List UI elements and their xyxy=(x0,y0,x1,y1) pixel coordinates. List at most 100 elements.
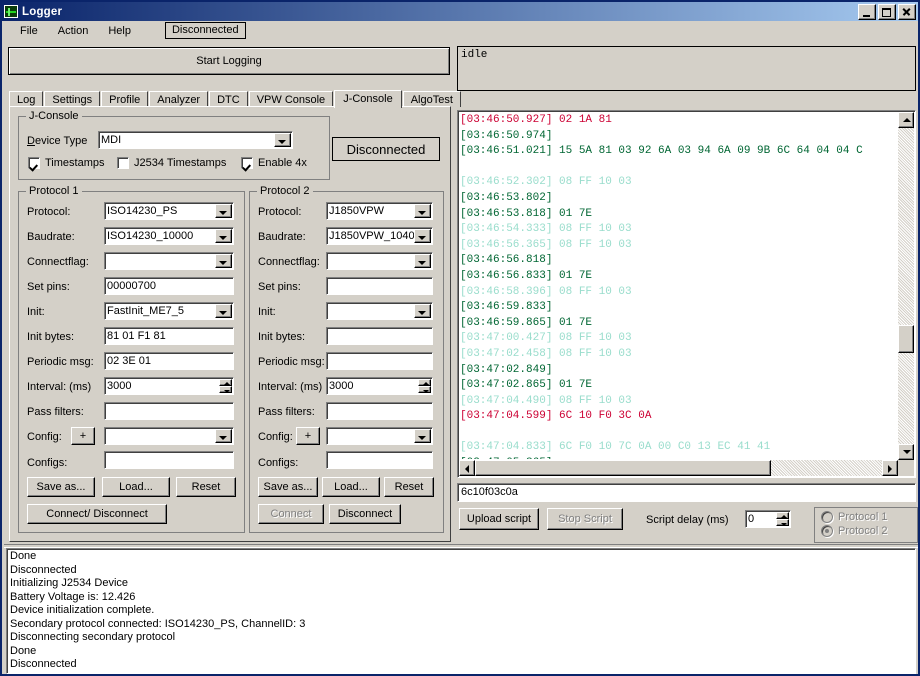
console-output[interactable]: [03:46:50.927] 02 1A 81 [03:46:50.974] [03… xyxy=(457,110,916,478)
horizontal-scroll-thumb[interactable] xyxy=(475,460,771,476)
check-icon xyxy=(117,157,129,169)
timestamps-checkbox[interactable]: Timestamps xyxy=(28,157,105,169)
event-log-line: Secondary protocol connected: ISO14230_P… xyxy=(10,617,306,630)
spin-up-icon[interactable] xyxy=(418,379,431,386)
j2534-timestamps-checkbox[interactable]: J2534 Timestamps xyxy=(117,157,226,169)
script-command-input[interactable]: 6c10f03c0a xyxy=(457,483,916,502)
protocol2-setpins-label: Set pins: xyxy=(258,281,301,293)
tab-j-console[interactable]: J-Console xyxy=(334,90,402,108)
tab-vpw-console[interactable]: VPW Console xyxy=(248,91,334,107)
check-icon xyxy=(28,157,40,169)
scroll-down-icon[interactable] xyxy=(898,444,914,460)
script-delay-input[interactable]: 0 xyxy=(745,510,791,528)
protocol2-baudrate-combo[interactable]: J1850VPW_10400 xyxy=(326,227,433,245)
protocol1-connect-disconnect-button[interactable]: Connect/ Disconnect xyxy=(27,504,167,524)
chevron-down-icon[interactable] xyxy=(414,204,431,218)
scroll-up-icon[interactable] xyxy=(898,112,914,128)
protocol2-passfilters-input[interactable] xyxy=(326,402,433,420)
protocol2-config-add-button[interactable]: + xyxy=(296,427,320,445)
protocol2-load-button[interactable]: Load... xyxy=(322,477,380,497)
close-button[interactable] xyxy=(898,3,916,20)
tab-settings[interactable]: Settings xyxy=(44,91,101,107)
tab-algotest[interactable]: AlgoTest xyxy=(402,91,461,107)
event-log-line: Initializing J2534 Device xyxy=(10,577,129,589)
protocol1-config-combo[interactable] xyxy=(104,427,234,445)
enable-4x-label: Enable 4x xyxy=(258,157,307,169)
protocol1-init-label: Init: xyxy=(27,306,45,318)
spin-down-icon[interactable] xyxy=(776,519,789,526)
chevron-down-icon[interactable] xyxy=(215,429,232,443)
tab-profile[interactable]: Profile xyxy=(101,91,149,107)
protocol1-save-as-button[interactable]: Save as... xyxy=(27,477,95,497)
protocol2-periodic-input[interactable] xyxy=(326,352,433,370)
scroll-left-icon[interactable] xyxy=(459,460,475,476)
protocol1-periodic-input[interactable]: 02 3E 01 xyxy=(104,352,234,370)
chevron-down-icon[interactable] xyxy=(215,304,232,318)
event-log[interactable]: Done Disconnected Initializing J2534 Devic… xyxy=(6,548,916,674)
maximize-button[interactable] xyxy=(878,3,896,20)
protocol1-initbytes-input[interactable]: 81 01 F1 81 xyxy=(104,327,234,345)
chevron-down-icon[interactable] xyxy=(414,429,431,443)
protocol1-setpins-input[interactable]: 00000700 xyxy=(104,277,234,295)
protocol2-config-combo[interactable] xyxy=(326,427,433,445)
chevron-down-icon[interactable] xyxy=(414,229,431,243)
protocol1-baudrate-combo[interactable]: ISO14230_10000 xyxy=(104,227,234,245)
protocol1-configs-input[interactable] xyxy=(104,451,234,469)
vertical-scroll-thumb[interactable] xyxy=(898,325,914,353)
menu-help[interactable]: Help xyxy=(98,23,141,39)
protocol2-init-combo[interactable] xyxy=(326,302,433,320)
console-horizontal-scrollbar[interactable] xyxy=(459,460,898,476)
spin-down-icon[interactable] xyxy=(219,386,232,393)
chevron-down-icon[interactable] xyxy=(414,254,431,268)
protocol2-interval-input[interactable]: 3000 xyxy=(326,377,433,395)
application-window: Logger File Action Help Disconnected Sta… xyxy=(0,0,920,676)
chevron-down-icon[interactable] xyxy=(215,229,232,243)
timestamps-label: Timestamps xyxy=(45,157,105,169)
chevron-down-icon[interactable] xyxy=(274,133,291,147)
scroll-right-icon[interactable] xyxy=(882,460,898,476)
protocol2-setpins-input[interactable] xyxy=(326,277,433,295)
start-logging-button[interactable]: Start Logging xyxy=(8,47,450,75)
protocol1-config-add-button[interactable]: + xyxy=(71,427,95,445)
upload-script-button[interactable]: Upload script xyxy=(459,508,539,530)
protocol1-reset-button[interactable]: Reset xyxy=(176,477,236,497)
spin-down-icon[interactable] xyxy=(418,386,431,393)
tab-dtc[interactable]: DTC xyxy=(209,91,248,107)
protocol1-protocol-label: Protocol: xyxy=(27,206,71,218)
console-line: [03:46:53.802] xyxy=(460,191,553,204)
enable-4x-checkbox[interactable]: Enable 4x xyxy=(241,157,307,169)
protocol1-configs-label: Configs: xyxy=(27,457,68,469)
protocol2-initbytes-input[interactable] xyxy=(326,327,433,345)
tab-analyzer[interactable]: Analyzer xyxy=(149,91,209,107)
protocol2-interval-spinner[interactable] xyxy=(418,379,431,393)
chevron-down-icon[interactable] xyxy=(414,304,431,318)
protocol1-init-combo[interactable]: FastInit_ME7_5 xyxy=(104,302,234,320)
protocol1-protocol-combo[interactable]: ISO14230_PS xyxy=(104,202,234,220)
console-vertical-scrollbar[interactable] xyxy=(898,112,914,460)
script-delay-label: Script delay (ms) xyxy=(646,514,729,526)
protocol2-save-as-button[interactable]: Save as... xyxy=(258,477,318,497)
menu-file[interactable]: File xyxy=(10,23,48,39)
protocol1-passfilters-input[interactable] xyxy=(104,402,234,420)
minimize-button[interactable] xyxy=(858,3,876,20)
protocol1-connectflag-combo[interactable] xyxy=(104,252,234,270)
protocol1-interval-spinner[interactable] xyxy=(219,379,232,393)
spin-up-icon[interactable] xyxy=(219,379,232,386)
radio-icon xyxy=(821,511,833,523)
protocol2-initbytes-label: Init bytes: xyxy=(258,331,306,343)
menu-action[interactable]: Action xyxy=(48,23,99,39)
protocol1-load-button[interactable]: Load... xyxy=(102,477,170,497)
menu-bar: File Action Help Disconnected xyxy=(2,21,918,40)
protocol2-disconnect-button[interactable]: Disconnect xyxy=(329,504,401,524)
protocol2-protocol-combo[interactable]: J1850VPW xyxy=(326,202,433,220)
protocol2-configs-input[interactable] xyxy=(326,451,433,469)
spin-up-icon[interactable] xyxy=(776,512,789,519)
chevron-down-icon[interactable] xyxy=(215,254,232,268)
protocol1-interval-input[interactable]: 3000 xyxy=(104,377,234,395)
protocol2-connectflag-combo[interactable] xyxy=(326,252,433,270)
chevron-down-icon[interactable] xyxy=(215,204,232,218)
protocol2-reset-button[interactable]: Reset xyxy=(384,477,434,497)
script-delay-spinner[interactable] xyxy=(776,512,789,526)
tab-log[interactable]: Log xyxy=(9,91,44,107)
device-type-combo[interactable]: MDI xyxy=(98,131,293,149)
